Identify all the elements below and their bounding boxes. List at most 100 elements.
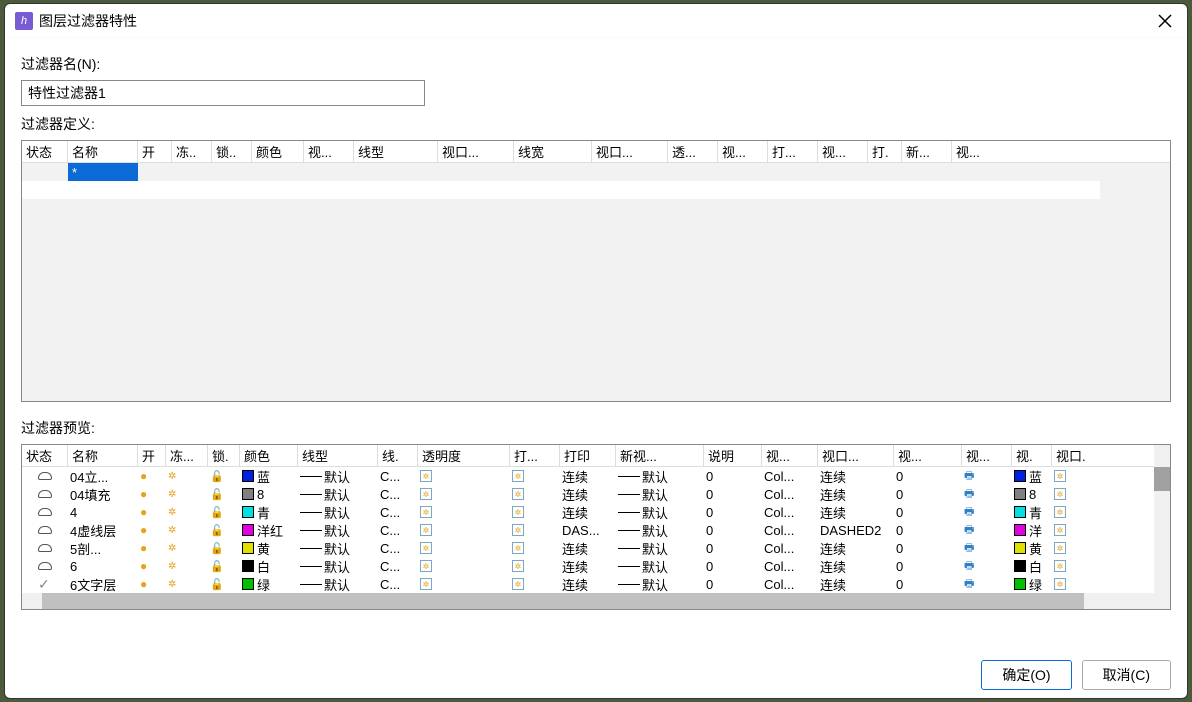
on-cell: ● [138, 467, 166, 485]
trans-cell: ✲ [418, 485, 510, 503]
snowflake-icon: ✲ [168, 489, 176, 500]
name-cell: 6 [68, 557, 138, 575]
color-swatch [242, 542, 254, 554]
definition-table[interactable]: 状态 名称 开 冻.. 锁.. 颜色 视... 线型 视口... 线宽 视口..… [21, 140, 1171, 402]
col-vp[interactable]: 视... [304, 140, 354, 163]
preview-row[interactable]: ✓6文字层●✲🔓绿 默认C...✲✲连续 默认0Col...连续0🖶绿✲ [22, 575, 1154, 593]
preview-row[interactable]: 6●✲🔓白 默认C...✲✲连续 默认0Col...连续0🖶白✲ [22, 557, 1154, 575]
vp5-cell: 蓝 [1012, 467, 1052, 485]
printer-icon: 🖶 [964, 503, 974, 521]
col-newvp[interactable]: 新... [902, 140, 952, 163]
vp5-cell: 绿 [1012, 575, 1052, 593]
preview-table[interactable]: 状态 名称 开 冻... 锁. 颜色 线型 线. 透明度 打... 打印 新视.… [21, 444, 1171, 610]
layer-status-icon [38, 508, 52, 516]
preview-hscrollbar[interactable] [22, 593, 1170, 609]
col-plotst[interactable]: 打... [768, 140, 818, 163]
vp-icon: ✲ [512, 470, 524, 482]
layer-status-icon [38, 490, 52, 498]
sun-icon: ● [140, 559, 147, 573]
col-vp4[interactable]: 视... [718, 140, 768, 163]
col-on[interactable]: 开 [138, 140, 172, 163]
col-lock[interactable]: 锁.. [212, 140, 252, 163]
on-cell: ● [138, 485, 166, 503]
vp3-cell: 0 [894, 467, 962, 485]
linetype-cell: 默认 [298, 467, 378, 485]
status-cell [22, 521, 68, 539]
line-icon [618, 548, 640, 549]
col-vp6[interactable]: 视... [952, 140, 1002, 163]
col-linetype[interactable]: 线型 [354, 140, 438, 163]
pcol-status[interactable]: 状态 [22, 445, 68, 467]
pcol-vp3[interactable]: 视... [894, 445, 962, 467]
pcol-vp5[interactable]: 视. [1012, 445, 1052, 467]
line-icon [300, 512, 322, 513]
status-cell [22, 557, 68, 575]
ok-button[interactable]: 确定(O) [981, 660, 1071, 690]
freeze-cell: ✲ [166, 521, 208, 539]
pcol-trans[interactable]: 透明度 [418, 445, 510, 467]
filter-name-input[interactable] [21, 80, 425, 106]
pcol-on[interactable]: 开 [138, 445, 166, 467]
preview-row[interactable]: 04立...●✲🔓蓝 默认C...✲✲连续 默认0Col...连续0🖶蓝✲ [22, 467, 1154, 485]
col-vp5[interactable]: 视... [818, 140, 868, 163]
pcol-vp4[interactable]: 视... [962, 445, 1012, 467]
cancel-button[interactable]: 取消(C) [1082, 660, 1171, 690]
plotst-cell: ✲ [510, 539, 560, 557]
preview-row[interactable]: 5剖...●✲🔓黄 默认C...✲✲连续 默认0Col...连续0🖶黄✲ [22, 539, 1154, 557]
name-cell: 04填充 [68, 485, 138, 503]
vp-icon: ✲ [420, 506, 432, 518]
preview-row[interactable]: 4●✲🔓青 默认C...✲✲连续 默认0Col...连续0🖶青✲ [22, 503, 1154, 521]
lock-cell: 🔓 [208, 467, 240, 485]
preview-row[interactable]: 4虚线层●✲🔓洋红 默认C...✲✲DAS... 默认0Col...DASHED… [22, 521, 1154, 539]
def-name-cell[interactable]: * [68, 163, 138, 181]
pcol-linetype[interactable]: 线型 [298, 445, 378, 467]
definition-row[interactable]: * [22, 163, 1170, 181]
pcol-newvp[interactable]: 新视... [616, 445, 704, 467]
vp5-cell: 白 [1012, 557, 1052, 575]
col-freeze[interactable]: 冻.. [172, 140, 212, 163]
vp4-cell: 🖶 [962, 503, 1012, 521]
plot-cell: 连续 [560, 485, 616, 503]
preview-row[interactable]: 04填充●✲🔓8 默认C...✲✲连续 默认0Col...连续0🖶8✲ [22, 485, 1154, 503]
snowflake-icon: ✲ [168, 543, 176, 554]
pcol-vp2[interactable]: 视口... [818, 445, 894, 467]
pcol-freeze[interactable]: 冻... [166, 445, 208, 467]
col-plot[interactable]: 打. [868, 140, 902, 163]
col-trans[interactable]: 透... [668, 140, 718, 163]
on-cell: ● [138, 539, 166, 557]
pcol-color[interactable]: 颜色 [240, 445, 298, 467]
vp6-cell: ✲ [1052, 503, 1100, 521]
vp-icon: ✲ [512, 560, 524, 572]
on-cell: ● [138, 557, 166, 575]
pcol-vp6[interactable]: 视口. [1052, 445, 1100, 467]
sun-icon: ● [140, 541, 147, 555]
pcol-name[interactable]: 名称 [68, 445, 138, 467]
color-swatch [1014, 578, 1026, 590]
pcol-vp1[interactable]: 视... [762, 445, 818, 467]
pcol-plotst[interactable]: 打... [510, 445, 560, 467]
vp1-cell: Col... [762, 539, 818, 557]
definition-row-empty[interactable] [22, 181, 1100, 199]
col-vp3[interactable]: 视口... [592, 140, 668, 163]
plotst-cell: ✲ [510, 503, 560, 521]
col-name[interactable]: 名称 [68, 140, 138, 163]
pcol-desc[interactable]: 说明 [704, 445, 762, 467]
preview-vscrollbar[interactable] [1154, 445, 1170, 593]
newvp-cell: 默认 [616, 575, 704, 593]
close-button[interactable] [1153, 9, 1177, 33]
color-swatch [242, 470, 254, 482]
sun-icon: ● [140, 469, 147, 483]
pcol-lock[interactable]: 锁. [208, 445, 240, 467]
col-color[interactable]: 颜色 [252, 140, 304, 163]
col-vp2[interactable]: 视口... [438, 140, 514, 163]
vp3-cell: 0 [894, 539, 962, 557]
col-lineweight[interactable]: 线宽 [514, 140, 592, 163]
pcol-plot[interactable]: 打印 [560, 445, 616, 467]
lock-cell: 🔓 [208, 485, 240, 503]
vp3-cell: 0 [894, 485, 962, 503]
vp3-cell: 0 [894, 503, 962, 521]
vp4-cell: 🖶 [962, 557, 1012, 575]
vp4-cell: 🖶 [962, 485, 1012, 503]
pcol-lw[interactable]: 线. [378, 445, 418, 467]
col-status[interactable]: 状态 [22, 140, 68, 163]
